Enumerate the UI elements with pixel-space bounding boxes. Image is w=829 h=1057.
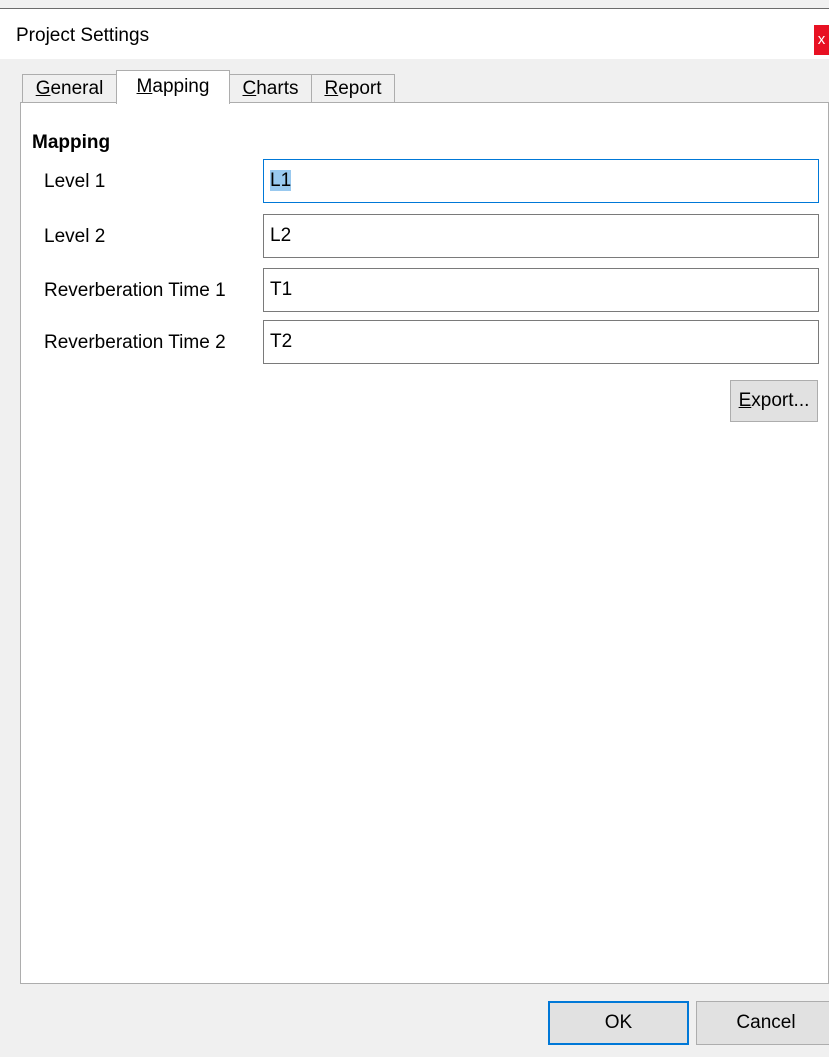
tab-mnemonic: C [242, 78, 257, 99]
tab-label: eneral [50, 78, 104, 99]
level-1-field[interactable]: L1 [263, 159, 819, 203]
reverberation-time-2-field[interactable]: T2 [263, 320, 819, 364]
section-title: Mapping [32, 132, 111, 153]
level-2-field[interactable]: L2 [263, 214, 819, 258]
export-mnemonic: E [738, 390, 752, 411]
ok-button[interactable]: OK [548, 1001, 689, 1045]
project-settings-dialog: Project Settings x General Mapping Chart… [0, 0, 829, 1057]
tab-label: apping [152, 76, 210, 97]
selected-text: L1 [270, 170, 292, 191]
close-icon: x [817, 31, 826, 48]
export-label: xport... [751, 390, 810, 411]
tab-general[interactable]: General [22, 74, 117, 103]
export-button[interactable]: Export... [730, 380, 818, 422]
tab-report[interactable]: Report [311, 74, 395, 103]
window-title: Project Settings [16, 25, 150, 46]
tab-label: eport [338, 78, 382, 99]
tab-mnemonic: R [324, 78, 339, 99]
level-1-label: Level 1 [44, 171, 106, 192]
reverberation-time-2-label: Reverberation Time 2 [44, 332, 226, 353]
tab-mnemonic: M [136, 76, 153, 97]
title-bar: Project Settings x [0, 9, 829, 59]
mapping-tab-panel: Mapping Level 1 L1 Level 2 L2 Reverberat… [20, 102, 829, 984]
tab-mapping[interactable]: Mapping [116, 70, 230, 104]
reverberation-time-1-field[interactable]: T1 [263, 268, 819, 312]
close-button[interactable]: x [814, 25, 829, 55]
reverberation-time-1-label: Reverberation Time 1 [44, 280, 226, 301]
cancel-button[interactable]: Cancel [696, 1001, 829, 1045]
tab-mnemonic: G [35, 78, 51, 99]
tab-label: harts [256, 78, 299, 99]
tab-charts[interactable]: Charts [229, 74, 312, 103]
level-2-label: Level 2 [44, 226, 106, 247]
